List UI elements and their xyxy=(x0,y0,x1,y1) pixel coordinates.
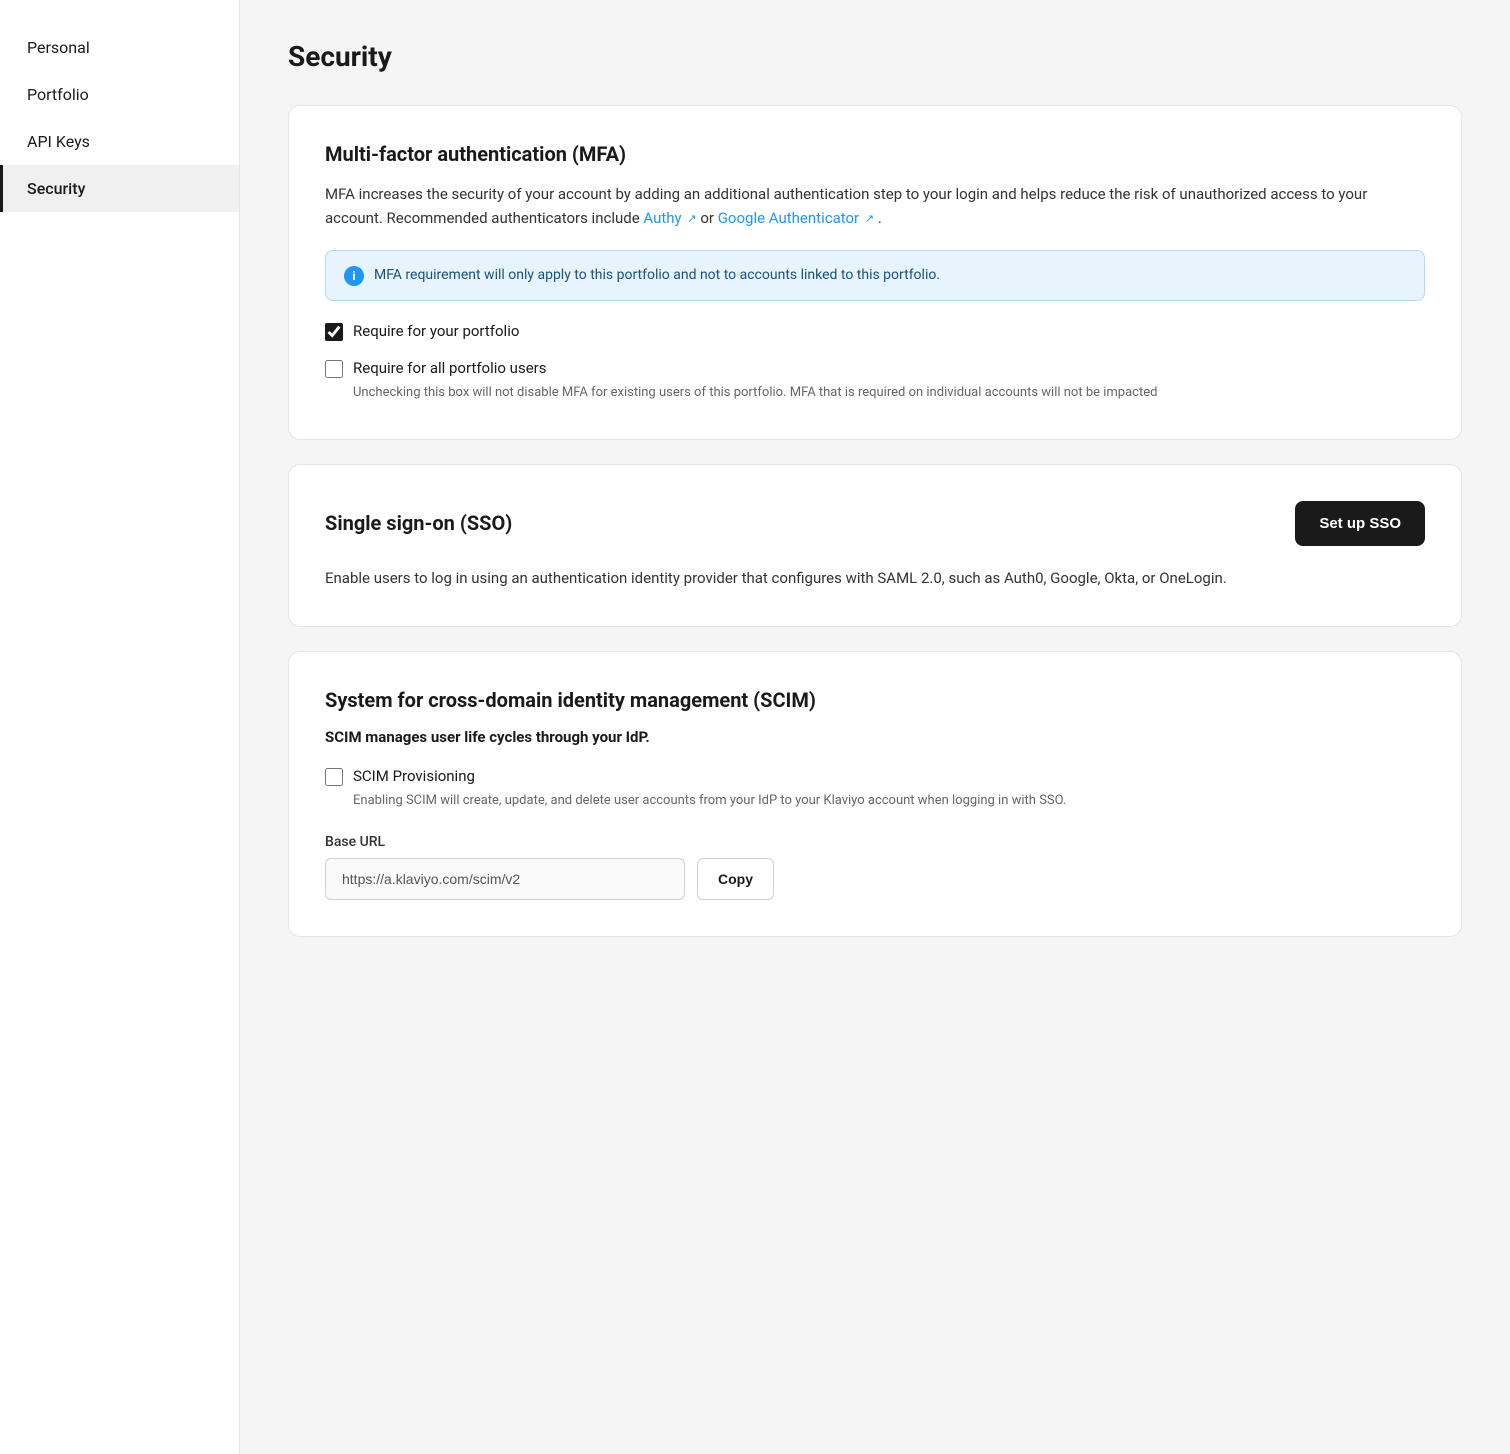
info-banner-text: MFA requirement will only apply to this … xyxy=(374,265,940,286)
app-layout: Personal Portfolio API Keys Security Sec… xyxy=(0,0,1510,1454)
scim-card: System for cross-domain identity managem… xyxy=(288,651,1462,938)
sso-card: Single sign-on (SSO) Set up SSO Enable u… xyxy=(288,464,1462,627)
sidebar-item-portfolio[interactable]: Portfolio xyxy=(0,71,239,118)
info-icon: i xyxy=(344,266,364,286)
copy-button[interactable]: Copy xyxy=(697,858,774,900)
sso-description: Enable users to log in using an authenti… xyxy=(325,566,1425,590)
mfa-info-banner: i MFA requirement will only apply to thi… xyxy=(325,250,1425,301)
sso-card-header: Single sign-on (SSO) Set up SSO xyxy=(325,501,1425,546)
base-url-section: Base URL Copy xyxy=(325,834,1425,900)
mfa-description: MFA increases the security of your accou… xyxy=(325,182,1425,230)
setup-sso-button[interactable]: Set up SSO xyxy=(1295,501,1425,546)
external-link-icon-2: ↗ xyxy=(865,210,874,228)
require-portfolio-checkbox[interactable] xyxy=(325,323,343,341)
require-all-users-row: Require for all portfolio users Unchecki… xyxy=(325,358,1425,403)
google-authenticator-link[interactable]: Google Authenticator ↗ xyxy=(718,209,878,227)
scim-provisioning-row: SCIM Provisioning Enabling SCIM will cre… xyxy=(325,766,1425,811)
require-portfolio-row: Require for your portfolio xyxy=(325,321,1425,342)
mfa-card: Multi-factor authentication (MFA) MFA in… xyxy=(288,105,1462,440)
external-link-icon: ↗ xyxy=(687,210,696,228)
page-title: Security xyxy=(288,40,1462,73)
base-url-label: Base URL xyxy=(325,834,1425,850)
mfa-card-title: Multi-factor authentication (MFA) xyxy=(325,142,1425,166)
sidebar-item-personal[interactable]: Personal xyxy=(0,24,239,71)
scim-provisioning-sublabel: Enabling SCIM will create, update, and d… xyxy=(353,791,1066,811)
require-portfolio-label: Require for your portfolio xyxy=(353,321,519,342)
url-input-row: Copy xyxy=(325,858,1425,900)
main-content: Security Multi-factor authentication (MF… xyxy=(240,0,1510,1454)
sidebar-item-api-keys[interactable]: API Keys xyxy=(0,118,239,165)
sidebar: Personal Portfolio API Keys Security xyxy=(0,0,240,1454)
sso-card-title: Single sign-on (SSO) xyxy=(325,511,512,535)
sidebar-item-security[interactable]: Security xyxy=(0,165,239,212)
require-all-users-label: Require for all portfolio users xyxy=(353,358,1157,379)
require-all-users-sublabel: Unchecking this box will not disable MFA… xyxy=(353,383,1157,403)
scim-provisioning-label: SCIM Provisioning xyxy=(353,766,1066,787)
scim-subtitle: SCIM manages user life cycles through yo… xyxy=(325,728,1425,746)
scim-card-title: System for cross-domain identity managem… xyxy=(325,688,1425,712)
require-all-users-checkbox[interactable] xyxy=(325,360,343,378)
scim-provisioning-checkbox[interactable] xyxy=(325,768,343,786)
authy-link[interactable]: Authy ↗ xyxy=(643,209,700,227)
base-url-input[interactable] xyxy=(325,858,685,900)
